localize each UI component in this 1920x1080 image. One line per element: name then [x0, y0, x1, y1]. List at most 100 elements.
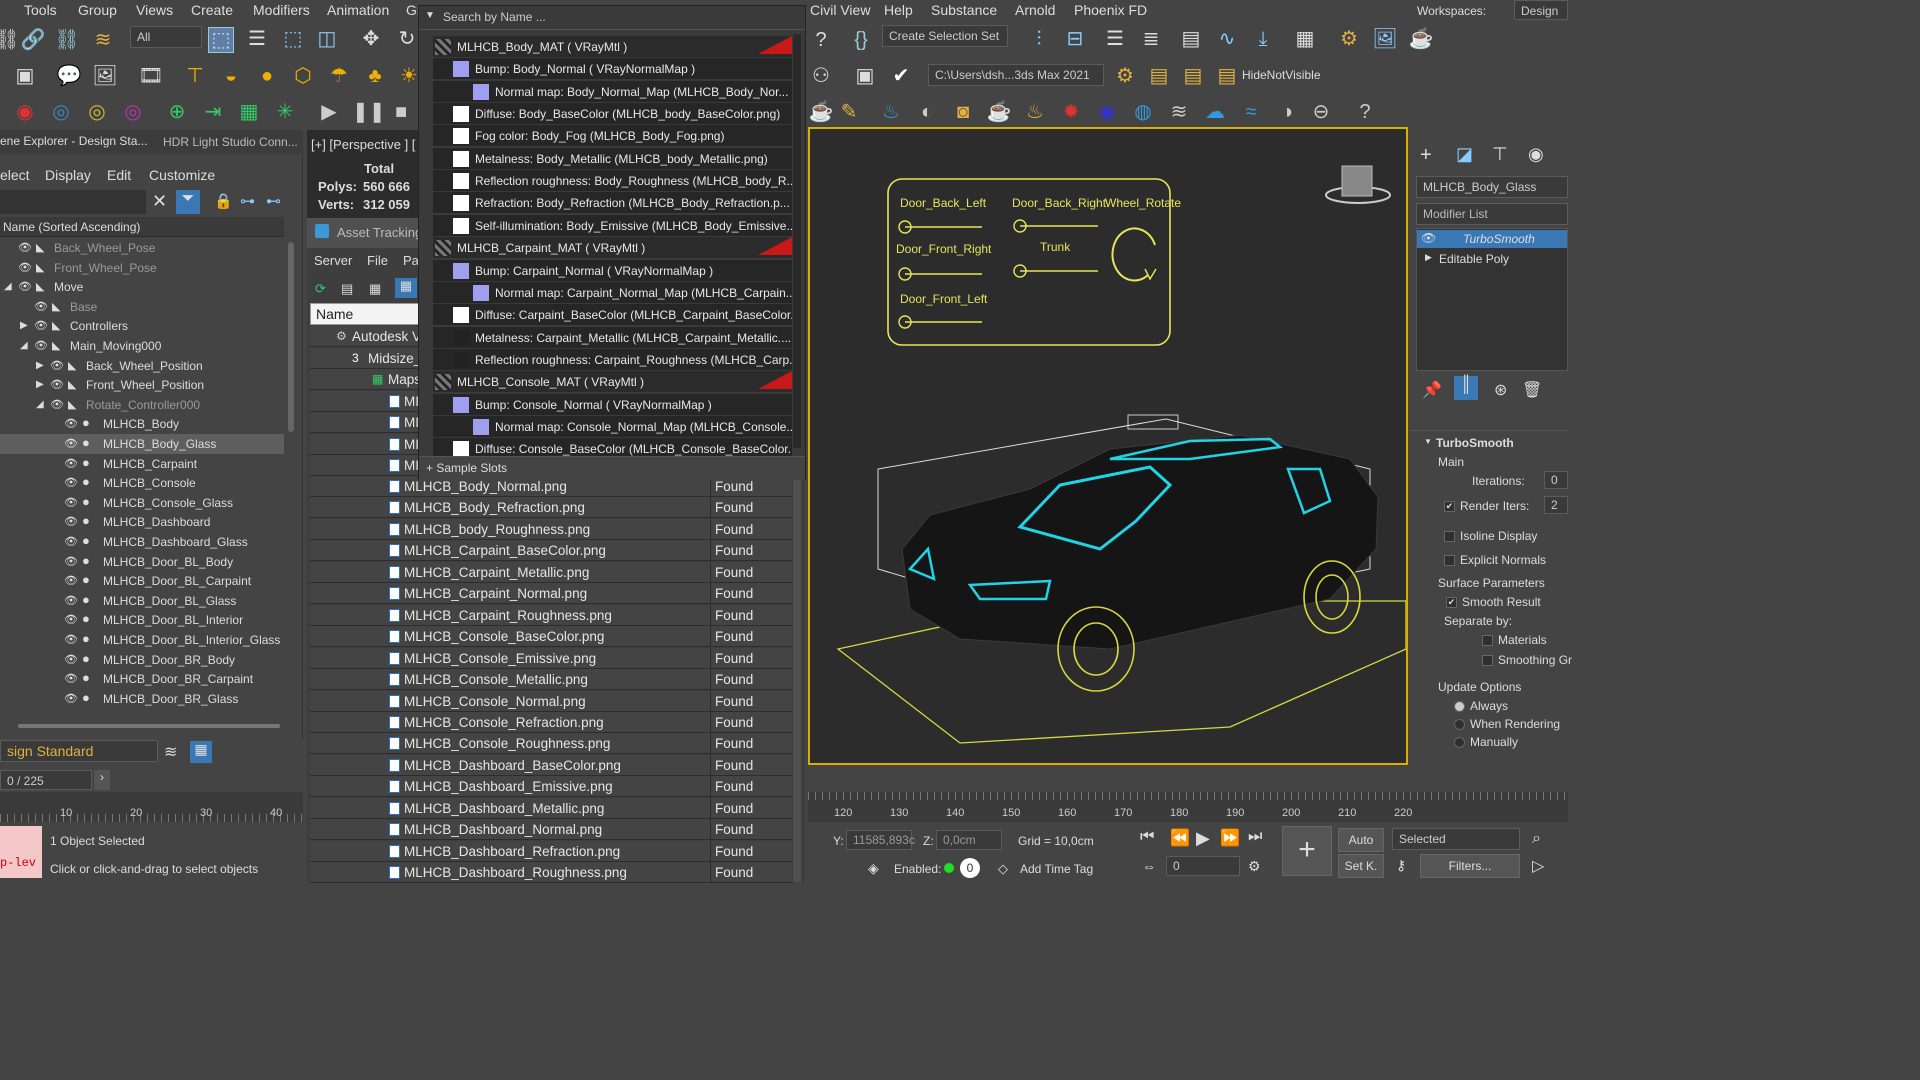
list-icon[interactable]: ▤ [341, 281, 353, 297]
drop-icon[interactable]: ◐ [914, 100, 940, 124]
perspective-viewport[interactable]: Door_Back_Left Door_Back_Right Wheel_Rot… [808, 127, 1408, 765]
table-view-icon[interactable]: ▦ [395, 278, 417, 298]
clear-icon[interactable]: ✕ [152, 191, 167, 212]
trash-icon[interactable]: 🗑 [1522, 380, 1542, 400]
pin-icon[interactable]: 📌 [1422, 380, 1442, 400]
expand-icon[interactable]: ▶ [1425, 252, 1432, 263]
previous-frame-icon[interactable]: ⏪ [1170, 828, 1190, 848]
map-row[interactable]: Normal map: Body_Normal_Map (MLHCB_Body_… [433, 80, 792, 103]
key-icon[interactable]: ⚷ [1396, 857, 1406, 874]
filter-icon[interactable]: ⏷ [176, 190, 200, 214]
modifier-list-dropdown[interactable]: Modifier List [1416, 203, 1568, 225]
modifier-turbosmooth[interactable]: 👁 TurboSmooth [1417, 230, 1567, 248]
layers-icon[interactable]: ≋ [164, 742, 177, 762]
mesh-icon[interactable]: ⬡ [290, 64, 316, 88]
scrollbar[interactable] [288, 242, 294, 432]
vray-icon[interactable]: ⚇ [808, 64, 834, 88]
materials-checkbox[interactable] [1482, 635, 1493, 646]
auto-key-button[interactable]: Auto [1338, 828, 1384, 852]
time-tag-icon[interactable]: ◈ [868, 860, 879, 877]
set-key-icon[interactable]: + [1282, 826, 1332, 876]
scene-tree-row[interactable]: 👁 ● MLHCB_Dashboard [0, 512, 284, 532]
eye-icon[interactable]: 👁 [34, 316, 48, 336]
column-header[interactable]: Name (Sorted Ascending) [0, 217, 284, 237]
menu-paths[interactable]: Pa [403, 253, 419, 268]
scene-tree-row[interactable]: 👁 ● MLHCB_Door_BL_Body [0, 552, 284, 572]
teapot-icon[interactable]: ☕ [808, 100, 834, 124]
menu-civil-view[interactable]: Civil View [810, 2, 870, 18]
gear-icon[interactable]: ⚙ [1112, 64, 1138, 88]
water-icon[interactable]: ≈ [1238, 100, 1264, 124]
menu-create[interactable]: Create [191, 2, 233, 18]
explosion-icon[interactable]: ✹ [1058, 100, 1084, 124]
motion-tab-icon[interactable]: ◉ [1528, 144, 1544, 165]
window-crossing-icon[interactable]: ◫ [314, 27, 340, 51]
eye-icon[interactable]: 👁 [64, 689, 78, 709]
always-radio[interactable] [1454, 701, 1465, 712]
sample-slots-label[interactable]: + Sample Slots [426, 461, 507, 475]
next-frame-icon[interactable]: ⏩ [1220, 828, 1240, 848]
map-row[interactable]: Bump: Carpaint_Normal ( VRayNormalMap ) [433, 259, 792, 282]
asset-file-row[interactable]: MLHCB_Dashboard_Roughness.png Found [310, 862, 792, 884]
asset-file-row[interactable]: MLHCB_Console_Metallic.png Found [310, 669, 792, 691]
scrollbar[interactable] [793, 34, 801, 448]
menu-phoenix[interactable]: Phoenix FD [1074, 2, 1147, 18]
material-editor-icon[interactable]: ▦ [1292, 27, 1318, 51]
key-mode-icon[interactable]: ⇔ [1142, 858, 1156, 874]
smooth-result-checkbox[interactable]: ✔ [1446, 597, 1457, 608]
help-icon[interactable]: ? [1352, 100, 1378, 124]
play-icon[interactable]: ▶ [1196, 828, 1210, 849]
map-row[interactable]: Normal map: Carpaint_Normal_Map (MLHCB_C… [433, 281, 792, 304]
rendered-frame-icon[interactable]: 🖼 [1372, 27, 1398, 51]
schematic-icon[interactable]: ⤓ [1250, 27, 1276, 51]
menu-animation[interactable]: Animation [327, 2, 389, 18]
asset-file-row[interactable]: MLHCB_Carpaint_Metallic.png Found [310, 561, 792, 583]
scene-tree-row[interactable]: 👁 ● MLHCB_Door_BL_Carpaint [0, 571, 284, 591]
render-iters-spinner[interactable]: 2 [1544, 496, 1568, 514]
time-config-icon[interactable]: ⚙ [1248, 858, 1261, 875]
globe-icon[interactable]: ⊕ [164, 100, 190, 124]
folder-icon[interactable]: ▤ [1214, 64, 1240, 88]
asset-file-row[interactable]: MLHCB_Console_Roughness.png Found [310, 733, 792, 755]
time-slider-right[interactable]: 120 130 140 150 160 170 180 190 200 210 220 [808, 792, 1568, 822]
asset-file-row[interactable]: MLHCB_Dashboard_BaseColor.png Found [310, 754, 792, 776]
set-key-button[interactable]: Set K. [1338, 854, 1384, 878]
menu-file[interactable]: File [367, 253, 388, 268]
folder-icon[interactable]: ▤ [1180, 64, 1206, 88]
eye-icon[interactable]: 👁 [64, 630, 78, 650]
hide-not-visible-label[interactable]: HideNotVisible [1242, 68, 1321, 82]
vortex-icon[interactable]: ◍ [1130, 100, 1156, 124]
eye-icon[interactable]: 👁 [64, 454, 78, 474]
scene-tree-row[interactable]: 👁 ◣ Back_Wheel_Pose [0, 238, 284, 258]
eye-icon[interactable]: 👁 [64, 552, 78, 572]
zero-icon[interactable]: 0 [960, 858, 980, 878]
eye-icon[interactable]: 👁 [18, 277, 32, 297]
asset-file-row[interactable]: MLHCB_Console_Emissive.png Found [310, 647, 792, 669]
eye-icon[interactable]: 👁 [50, 395, 64, 415]
manually-radio[interactable] [1454, 737, 1465, 748]
disc-icon[interactable]: ⊖ [1308, 100, 1334, 124]
show-end-result-icon[interactable]: ║ [1454, 376, 1478, 400]
create-tab-icon[interactable]: + [1420, 144, 1432, 167]
hierarchy-icon[interactable]: ⊶ [240, 192, 255, 210]
sphere-icon[interactable]: ● [254, 64, 280, 88]
eye-icon[interactable]: 👁 [64, 493, 78, 513]
menu-display[interactable]: Display [45, 167, 91, 183]
material-row[interactable]: MLHCB_Body_MAT ( VRayMtl ) [433, 36, 792, 58]
layer-manager-icon[interactable]: ☰ [1102, 27, 1128, 51]
modify-tab-icon[interactable]: ◪ [1456, 144, 1473, 165]
brush-icon[interactable]: ✎ [836, 100, 862, 124]
car-model[interactable] [901, 434, 1379, 692]
top-controller[interactable] [1127, 414, 1179, 430]
asset-file-row[interactable]: MLHCB_Dashboard_Metallic.png Found [310, 797, 792, 819]
scene-tree-row[interactable]: 👁 ● MLHCB_Door_BR_Glass [0, 689, 284, 709]
asset-file-row[interactable]: MLHCB_Dashboard_Emissive.png Found [310, 776, 792, 798]
play-icon[interactable]: ▶ [316, 100, 342, 124]
object-name-field[interactable]: MLHCB_Body_Glass [1416, 176, 1568, 198]
help-icon[interactable]: ? [808, 28, 834, 52]
render-setup-icon[interactable]: 🖼 [92, 64, 118, 88]
scene-tree-row[interactable]: ▶ 👁 ◣ Back_Wheel_Position [0, 356, 284, 376]
scene-tree-row[interactable]: 👁 ● MLHCB_Door_BL_Interior_Glass [0, 630, 284, 650]
layers-icon[interactable]: ≣ [1138, 27, 1164, 51]
scene-tree-row[interactable]: 👁 ● MLHCB_Dashboard_Glass [0, 532, 284, 552]
